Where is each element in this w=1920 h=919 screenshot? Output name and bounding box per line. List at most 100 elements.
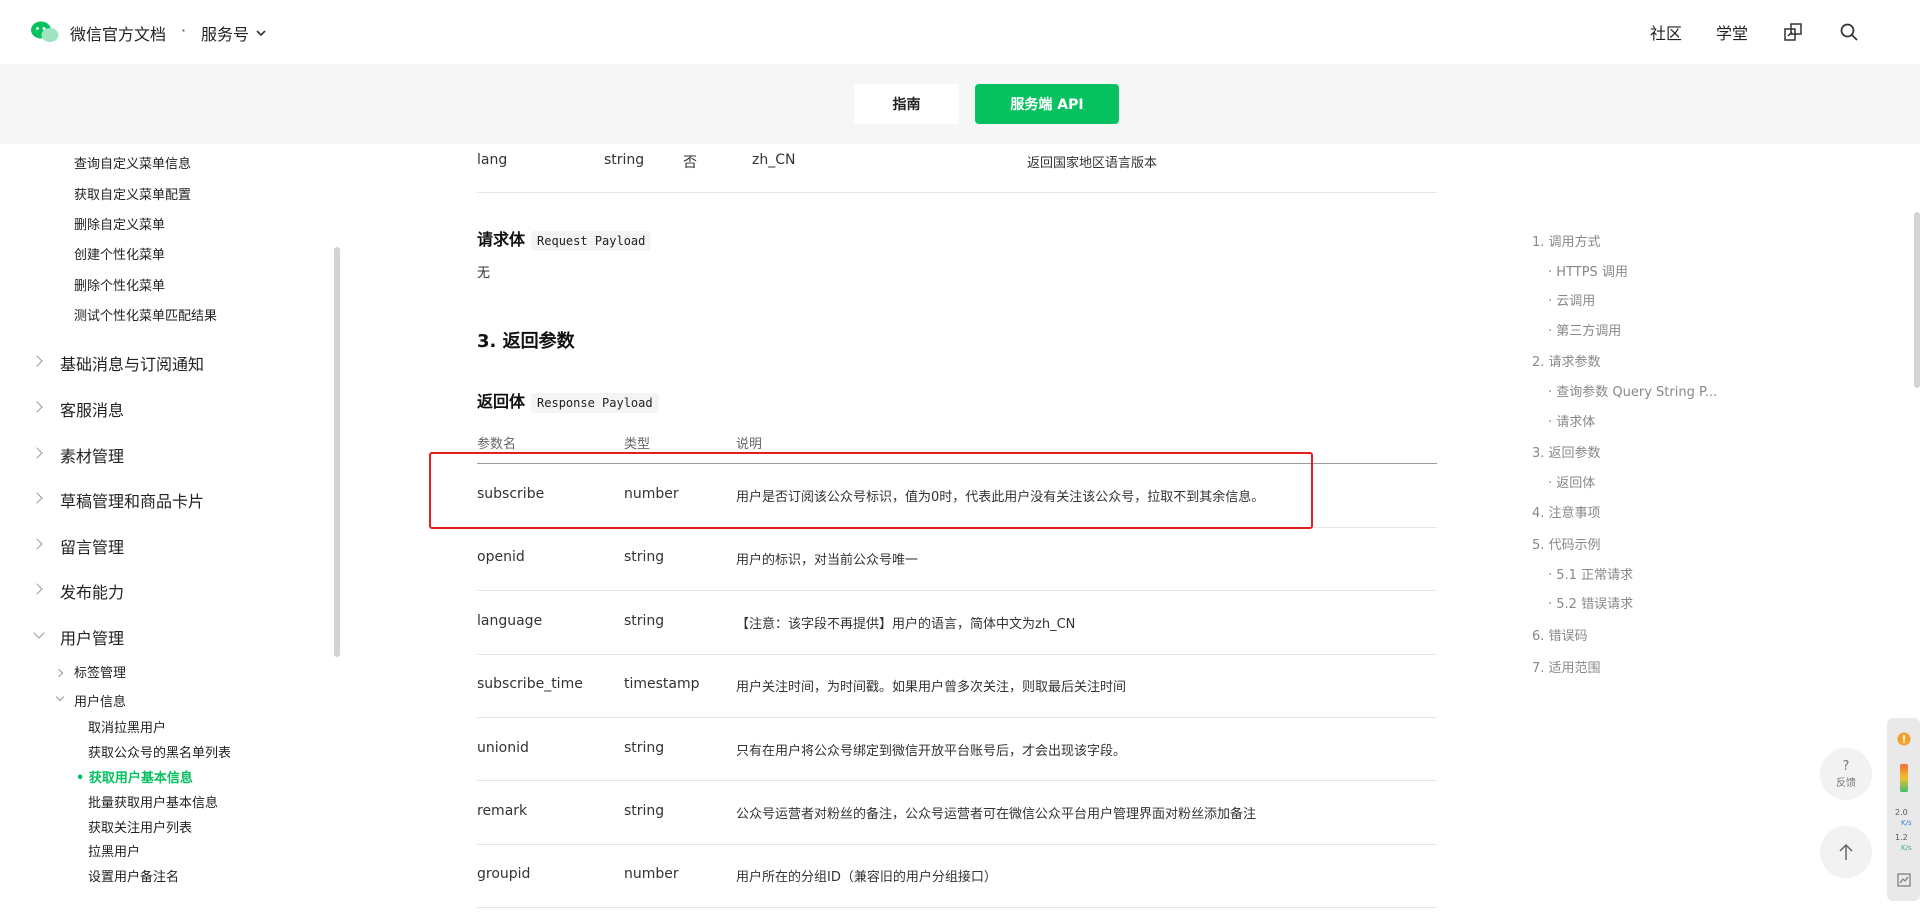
row-divider <box>477 780 1437 781</box>
row-divider <box>477 717 1437 718</box>
nav-academy[interactable]: 学堂 <box>1716 20 1748 44</box>
feedback-label: 反馈 <box>1836 778 1856 789</box>
param-type: string <box>624 803 665 819</box>
chevron-right-icon <box>31 401 43 413</box>
sidebar-item[interactable]: 获取公众号的黑名单列表 <box>88 742 231 761</box>
sidebar-item[interactable]: 创建个性化菜单 <box>74 244 165 263</box>
question-icon: ? <box>1842 759 1850 774</box>
response-body-title: 返回体 <box>477 392 526 411</box>
product-selector[interactable]: 服务号 <box>201 21 267 45</box>
sidebar-item[interactable]: 批量获取用户基本信息 <box>88 792 218 811</box>
param-type: string <box>624 613 665 629</box>
sidebar-item[interactable]: 删除自定义菜单 <box>74 214 165 233</box>
toc-item[interactable]: · 云调用 <box>1548 290 1595 309</box>
sidebar-group-user-management[interactable]: 用户管理 <box>60 625 124 649</box>
row-divider <box>477 654 1437 655</box>
sidebar-item[interactable]: 查询自定义菜单信息 <box>74 153 191 172</box>
sidebar-subgroup[interactable]: 用户信息 <box>74 691 126 710</box>
row-divider <box>477 844 1437 845</box>
param-name: groupid <box>477 866 531 882</box>
wechat-logo-icon[interactable] <box>30 20 60 44</box>
response-body-code: Response Payload <box>531 393 659 413</box>
sidebar-item[interactable]: 设置用户备注名 <box>88 866 179 885</box>
param-desc: 用户关注时间，为时间戳。如果用户曾多次关注，则取最后关注时间 <box>736 680 1127 695</box>
sidebar-item-label: 获取用户基本信息 <box>88 771 193 786</box>
chevron-right-icon <box>31 538 43 550</box>
column-header: 说明 <box>736 437 763 452</box>
page-scrollbar[interactable] <box>1914 212 1920 388</box>
param-desc: 用户的标识，对当前公众号唯一 <box>736 553 919 568</box>
toc-item[interactable]: · 查询参数 Query String P... <box>1548 381 1717 400</box>
request-body-code: Request Payload <box>531 231 652 251</box>
param-desc: 只有在用户将公众号绑定到微信开放平台账号后，才会出现该字段。 <box>736 744 1127 759</box>
feedback-button[interactable]: ? 反馈 <box>1820 748 1872 800</box>
sidebar-group[interactable]: 客服消息 <box>60 397 124 421</box>
row-divider <box>477 192 1437 193</box>
site-title[interactable]: 微信官方文档 <box>70 21 166 45</box>
toc-item[interactable]: 5. 代码示例 <box>1532 534 1601 553</box>
warning-badge-icon <box>1897 732 1911 746</box>
param-type: string <box>604 152 645 168</box>
toc-item[interactable]: 4. 注意事项 <box>1532 502 1601 521</box>
top-nav: 社区 学堂 <box>1650 0 1860 64</box>
share-icon[interactable] <box>1782 21 1804 43</box>
response-body-heading: 返回体 Response Payload <box>477 388 659 413</box>
toc-item[interactable]: · 第三方调用 <box>1548 320 1621 339</box>
param-name: lang <box>477 152 508 168</box>
column-header: 参数名 <box>477 437 517 452</box>
param-name: language <box>477 613 543 629</box>
chart-icon <box>1897 873 1911 887</box>
param-name: subscribe_time <box>477 676 583 692</box>
sidebar-subgroup[interactable]: 标签管理 <box>74 662 126 681</box>
param-desc: 用户所在的分组ID（兼容旧的用户分组接口） <box>736 870 997 885</box>
sidebar-item-active[interactable]: • 获取用户基本信息 <box>76 767 193 786</box>
sidebar-item[interactable]: 删除个性化菜单 <box>74 275 165 294</box>
param-type: timestamp <box>624 676 700 692</box>
upload-rate: 1.2 <box>1895 833 1908 842</box>
toc-item[interactable]: 7. 适用范围 <box>1532 657 1601 676</box>
toc-item[interactable]: 3. 返回参数 <box>1532 442 1601 461</box>
sidebar-group[interactable]: 草稿管理和商品卡片 <box>60 488 204 512</box>
sidebar-group[interactable]: 留言管理 <box>60 534 124 558</box>
sidebar-item[interactable]: 获取自定义菜单配置 <box>74 184 191 203</box>
toc-item[interactable]: 1. 调用方式 <box>1532 231 1601 250</box>
chevron-right-icon <box>31 355 43 367</box>
product-name: 服务号 <box>201 25 250 44</box>
toc-item[interactable]: · 返回体 <box>1548 472 1595 491</box>
toc-item[interactable]: · HTTPS 调用 <box>1548 261 1628 280</box>
network-monitor-widget[interactable]: 2.0 K/s 1.2 K/s <box>1887 718 1920 901</box>
chevron-down-icon <box>33 627 45 639</box>
section-heading: 3. 返回参数 <box>477 331 575 352</box>
column-header: 类型 <box>624 437 651 452</box>
sidebar-scrollbar[interactable] <box>334 247 340 657</box>
back-to-top-button[interactable] <box>1820 826 1872 878</box>
request-body-heading: 请求体 Request Payload <box>477 226 652 251</box>
param-type: string <box>624 740 665 756</box>
param-type: number <box>624 866 679 882</box>
top-bar: 微信官方文档 · 服务号 社区 学堂 <box>0 0 1920 64</box>
tab-server-api[interactable]: 服务端 API <box>975 84 1119 124</box>
toc-item[interactable]: · 请求体 <box>1548 411 1595 430</box>
upload-rate-unit: K/s <box>1901 844 1912 852</box>
arrow-up-icon <box>1839 843 1853 860</box>
sidebar-item[interactable]: 测试个性化菜单匹配结果 <box>74 305 217 324</box>
param-required: 否 <box>683 155 697 171</box>
request-body-value: 无 <box>477 266 491 281</box>
sidebar-group[interactable]: 基础消息与订阅通知 <box>60 351 204 375</box>
download-rate: 2.0 <box>1895 808 1908 817</box>
toc-item[interactable]: · 5.1 正常请求 <box>1548 564 1633 583</box>
toc-item[interactable]: 2. 请求参数 <box>1532 351 1601 370</box>
param-name: remark <box>477 803 528 819</box>
chevron-right-icon <box>31 492 43 504</box>
nav-community[interactable]: 社区 <box>1650 20 1682 44</box>
search-icon[interactable] <box>1838 21 1860 43</box>
toc-item[interactable]: 6. 错误码 <box>1532 625 1588 644</box>
sidebar-group[interactable]: 发布能力 <box>60 579 124 603</box>
tab-guide[interactable]: 指南 <box>854 84 959 124</box>
toc-item[interactable]: · 5.2 错误请求 <box>1548 593 1633 612</box>
sidebar-item[interactable]: 获取关注用户列表 <box>88 817 192 836</box>
sidebar-item[interactable]: 拉黑用户 <box>88 841 140 860</box>
doc-type-bar: 指南 服务端 API <box>0 64 1920 144</box>
sidebar-group[interactable]: 素材管理 <box>60 443 124 467</box>
sidebar-item[interactable]: 取消拉黑用户 <box>88 717 166 736</box>
